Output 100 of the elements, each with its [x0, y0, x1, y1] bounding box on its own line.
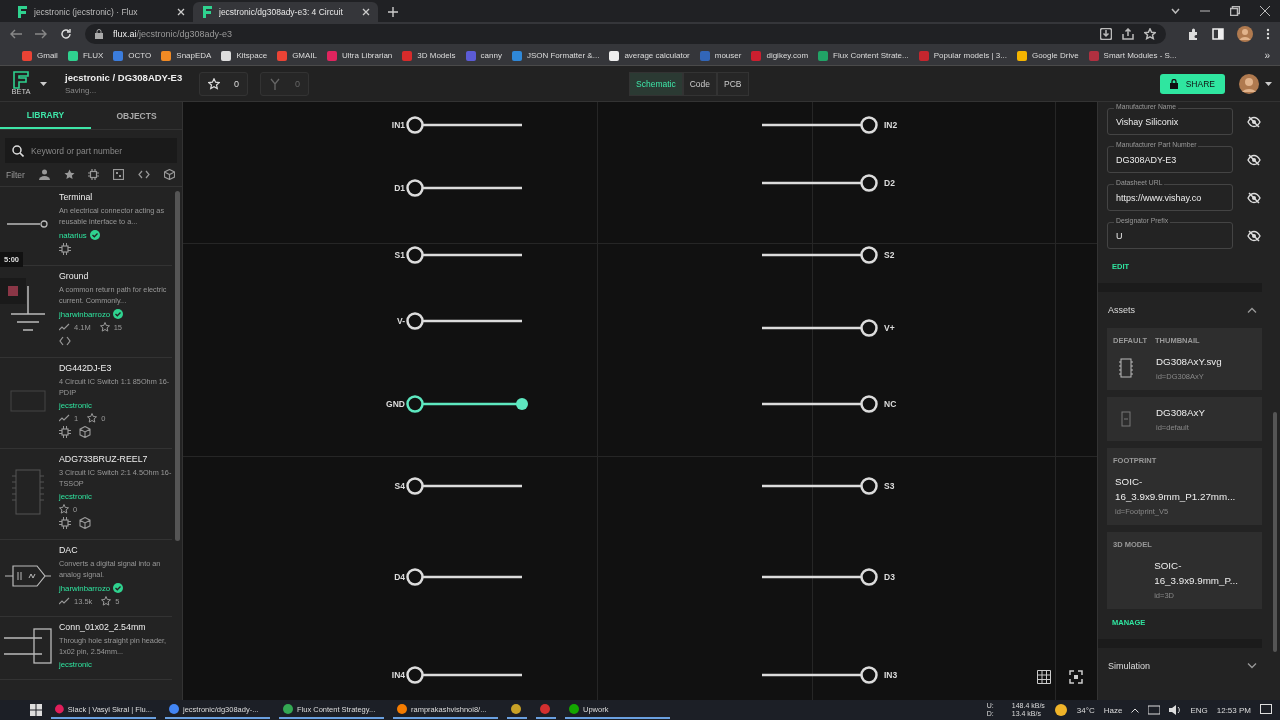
caret-icon[interactable]: [1265, 81, 1272, 86]
person-icon[interactable]: [38, 169, 50, 180]
address-bar[interactable]: flux.ai/jecstronic/dg308ady-e3: [85, 24, 1166, 44]
bookmark[interactable]: mouser: [699, 50, 742, 61]
eye-off-icon[interactable]: [1247, 153, 1261, 166]
bookmark[interactable]: Gmail: [22, 50, 58, 61]
browser-tab[interactable]: jecstronic (jecstronic) · Flux: [8, 2, 193, 22]
weather-text: Haze: [1103, 705, 1123, 715]
part-symbol-icon: [11, 468, 45, 515]
bookmark[interactable]: Smart Modules - S...: [1088, 50, 1177, 61]
forward-icon[interactable]: [35, 29, 47, 39]
asset-name: SOIC-16_3.9x9.9mm_P1.27mm...: [1115, 475, 1237, 504]
part-symbol-icon: [4, 627, 52, 664]
taskbar-item[interactable]: [507, 701, 527, 719]
windows-start-icon[interactable]: [30, 704, 42, 716]
clock-text[interactable]: 12:53 PM: [1216, 705, 1251, 715]
fork-icon: [269, 77, 281, 90]
tray-chevron-icon[interactable]: [1131, 707, 1140, 713]
temperature-text: 34°C: [1076, 705, 1095, 715]
site-icon: [113, 50, 124, 61]
taskbar-item[interactable]: [536, 701, 556, 719]
bookmark[interactable]: FLUX: [67, 50, 104, 61]
back-icon[interactable]: [10, 29, 22, 39]
cube-icon: [79, 517, 91, 529]
search-field[interactable]: Keyword or part number: [5, 138, 177, 163]
bookmark[interactable]: Ultra Librarian: [327, 50, 393, 61]
fullscreen-icon[interactable]: [1069, 670, 1083, 684]
board-icon[interactable]: [113, 169, 125, 180]
section-header[interactable]: Assets: [1098, 292, 1273, 328]
bookmark[interactable]: 3D Models: [402, 50, 456, 61]
part-symbol-icon: [5, 564, 51, 587]
star-button[interactable]: 0: [199, 71, 248, 96]
pin-label: V+: [884, 322, 895, 335]
part-title: Ground: [59, 271, 90, 281]
tab-search-icon[interactable]: [1171, 8, 1180, 14]
share-button[interactable]: SHARE: [1159, 73, 1225, 94]
chip-icon[interactable]: [88, 169, 100, 180]
eye-off-icon[interactable]: [1247, 191, 1261, 204]
close-icon[interactable]: [1260, 6, 1270, 16]
restore-icon[interactable]: [1230, 6, 1240, 16]
star-icon: [87, 413, 98, 423]
more-icon[interactable]: [1266, 28, 1270, 40]
notification-icon[interactable]: [1260, 704, 1272, 716]
star-icon[interactable]: [63, 169, 75, 180]
site-icon: [327, 50, 338, 61]
pin-label: S1: [394, 249, 405, 262]
pin-label: D2: [884, 177, 895, 190]
reload-icon[interactable]: [60, 28, 72, 40]
cube-icon[interactable]: [163, 169, 175, 180]
bookmark[interactable]: average calculator: [609, 50, 690, 61]
close-icon[interactable]: [177, 8, 185, 16]
caret-icon[interactable]: [40, 81, 47, 86]
eye-off-icon[interactable]: [1247, 229, 1261, 242]
pin-line[interactable]: [406, 395, 530, 413]
avatar-icon[interactable]: [1239, 73, 1259, 94]
app-icon: [169, 704, 179, 714]
more-bookmarks-button[interactable]: »: [1264, 50, 1270, 61]
volume-icon[interactable]: [1169, 705, 1182, 715]
app-icon: [511, 704, 521, 714]
avatar-icon[interactable]: [1237, 26, 1253, 42]
asset-name: DG308AxY.svg: [1156, 355, 1222, 369]
bookmark[interactable]: JSON Formatter &...: [511, 50, 600, 61]
bookmark[interactable]: OCTO: [113, 50, 152, 61]
side-panel-icon[interactable]: [1212, 28, 1224, 40]
bookmark[interactable]: digikey.com: [751, 50, 809, 61]
part-symbol-icon: [7, 219, 49, 228]
new-tab-icon[interactable]: [388, 7, 398, 17]
bookmark[interactable]: GMAIL: [277, 50, 318, 61]
eye-off-icon[interactable]: [1247, 115, 1261, 128]
pin-label: NC: [884, 398, 897, 411]
bookmark[interactable]: Flux Content Strate...: [818, 50, 909, 61]
bookmark[interactable]: Kitspace: [221, 50, 268, 61]
bookmark[interactable]: canny: [465, 50, 502, 61]
star-icon: [208, 77, 220, 90]
mode-tab[interactable]: Schematic: [629, 71, 683, 96]
extensions-icon[interactable]: [1187, 28, 1199, 40]
scrollbar-icon[interactable]: [175, 191, 180, 541]
site-icon: [1016, 50, 1027, 61]
site-icon: [751, 50, 762, 61]
section-header[interactable]: Simulation: [1098, 648, 1273, 684]
close-icon[interactable]: [362, 8, 370, 16]
grid-icon[interactable]: [1037, 670, 1051, 684]
share-icon[interactable]: [1122, 28, 1134, 40]
trend-icon: [59, 323, 70, 331]
browser-tab[interactable]: jecstronic/dg308ady-e3: 4 Circuit: [193, 2, 378, 22]
network-icon[interactable]: [1148, 705, 1161, 715]
star-count: 0: [234, 78, 239, 89]
bookmark[interactable]: Popular models | 3...: [918, 50, 1007, 61]
part-symbol-icon: [10, 389, 46, 412]
pin-label: S4: [394, 480, 405, 493]
bookmark[interactable]: SnapEDA: [161, 50, 212, 61]
panel-tab[interactable]: OBJECTS: [91, 102, 182, 129]
install-icon[interactable]: [1100, 28, 1112, 40]
bookmark[interactable]: Google Drive: [1016, 50, 1079, 61]
mode-tab[interactable]: Code: [682, 71, 718, 96]
code-icon[interactable]: [138, 170, 151, 179]
panel-tab[interactable]: LIBRARY: [0, 102, 91, 129]
mode-tab[interactable]: PCB: [717, 71, 749, 96]
language-indicator[interactable]: ENG: [1190, 705, 1208, 715]
bookmark-star-icon[interactable]: [1144, 28, 1156, 40]
